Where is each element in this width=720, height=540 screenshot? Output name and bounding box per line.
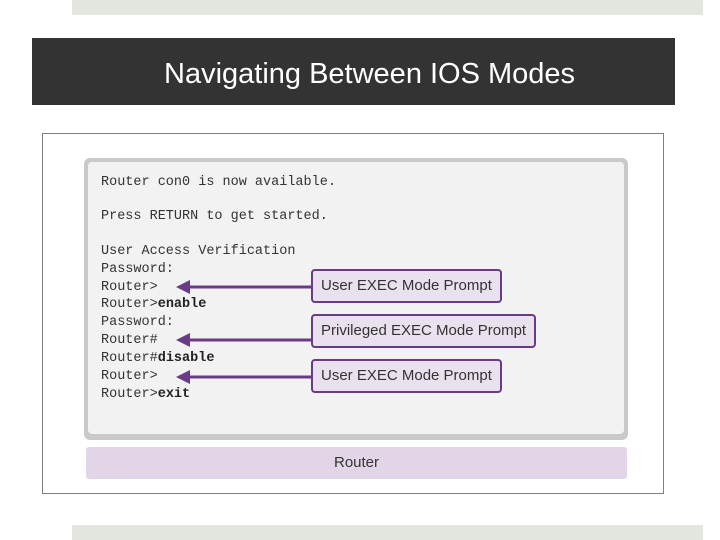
console-line: Router#disable <box>101 351 214 367</box>
console-line-text: Password: <box>101 315 174 330</box>
console-line-text: User Access Verification <box>101 244 296 259</box>
console-prompt: Router> <box>101 280 158 295</box>
console-prompt: Router# <box>101 333 158 348</box>
console-line-text: Press RETURN to get started. <box>101 209 328 224</box>
console-line: Password: <box>101 315 174 331</box>
callout-user-exec-prompt: User EXEC Mode Prompt <box>311 269 502 303</box>
console-prompt: Router> <box>101 387 158 402</box>
console-prompt: Router# <box>101 351 158 366</box>
console-line: Router# <box>101 333 158 349</box>
console-line: Router> <box>101 280 158 296</box>
callout-user-exec-prompt-2: User EXEC Mode Prompt <box>311 359 502 393</box>
callout-label: User EXEC Mode Prompt <box>321 277 492 294</box>
bottom-decorative-strip <box>72 525 703 540</box>
console-line: Router>enable <box>101 297 206 313</box>
console-line: Password: <box>101 262 174 278</box>
slide-title: Navigating Between IOS Modes <box>164 58 576 90</box>
top-decorative-strip <box>72 0 703 15</box>
callout-label: User EXEC Mode Prompt <box>321 367 492 384</box>
console-command-exit: exit <box>157 387 191 402</box>
console-command-enable: enable <box>157 297 207 312</box>
console-line: Router>exit <box>101 387 190 403</box>
router-label: Router <box>333 454 380 471</box>
console-line: User Access Verification <box>101 244 295 260</box>
console-line-text: Password: <box>101 262 174 277</box>
callout-label: Privileged EXEC Mode Prompt <box>321 322 527 339</box>
console-prompt: Router> <box>101 369 158 384</box>
console-line: Press RETURN to get started. <box>101 209 328 225</box>
console-line: Router con0 is now available. <box>101 175 336 191</box>
console-command-disable: disable <box>157 351 215 366</box>
router-label-bar: Router <box>86 447 627 479</box>
console-line-text: Router con0 is now available. <box>101 175 336 190</box>
console-prompt: Router> <box>101 297 158 312</box>
console-line: Router> <box>101 369 158 385</box>
callout-privileged-exec-prompt: Privileged EXEC Mode Prompt <box>311 314 536 348</box>
